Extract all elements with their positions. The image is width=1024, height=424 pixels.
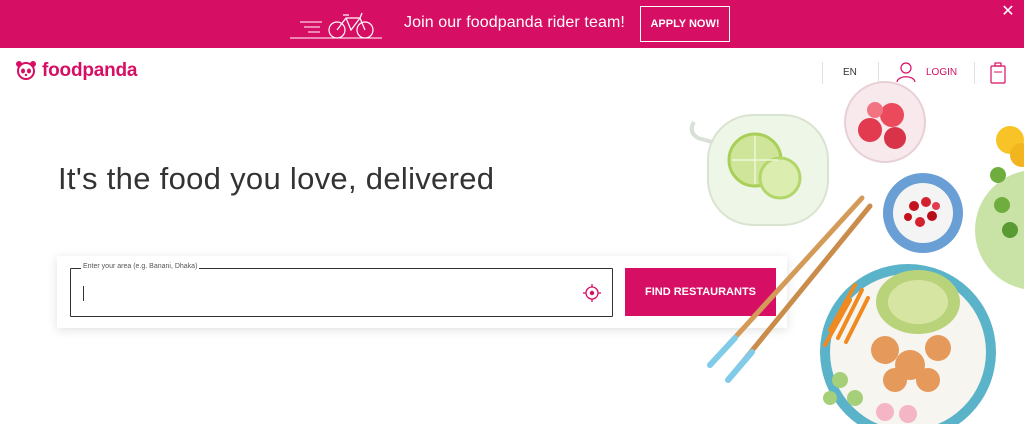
brand-logo[interactable]: foodpanda bbox=[15, 60, 137, 82]
login-label: LOGIN bbox=[926, 66, 958, 78]
apply-now-button[interactable]: APPLY NOW! bbox=[640, 6, 730, 42]
locate-target-icon[interactable] bbox=[583, 284, 601, 302]
poke-bowl bbox=[820, 264, 996, 424]
language-selector[interactable]: EN bbox=[843, 67, 857, 78]
chili-bowl bbox=[883, 173, 963, 253]
search-card: Enter your area (e.g. Banani, Dhaka) FIN… bbox=[57, 256, 787, 328]
search-field-legend: Enter your area (e.g. Banani, Dhaka) bbox=[81, 263, 200, 270]
panda-logo-icon bbox=[16, 61, 36, 80]
area-search-input[interactable] bbox=[81, 283, 571, 303]
area-search-field[interactable]: Enter your area (e.g. Banani, Dhaka) bbox=[70, 263, 613, 317]
strawberry-bowl bbox=[844, 81, 926, 163]
edamame-bowl bbox=[975, 126, 1024, 289]
hero-title: It's the food you love, delivered bbox=[58, 161, 495, 196]
lime-water-jar bbox=[689, 114, 829, 226]
promo-text: Join our foodpanda rider team! bbox=[404, 14, 625, 31]
bicycle-icon bbox=[290, 12, 382, 39]
brand-name: foodpanda bbox=[42, 60, 138, 81]
close-icon[interactable]: ✕ bbox=[999, 3, 1017, 21]
promo-banner: Join our foodpanda rider team! APPLY NOW… bbox=[0, 0, 1024, 48]
food-illustration bbox=[689, 81, 1024, 424]
